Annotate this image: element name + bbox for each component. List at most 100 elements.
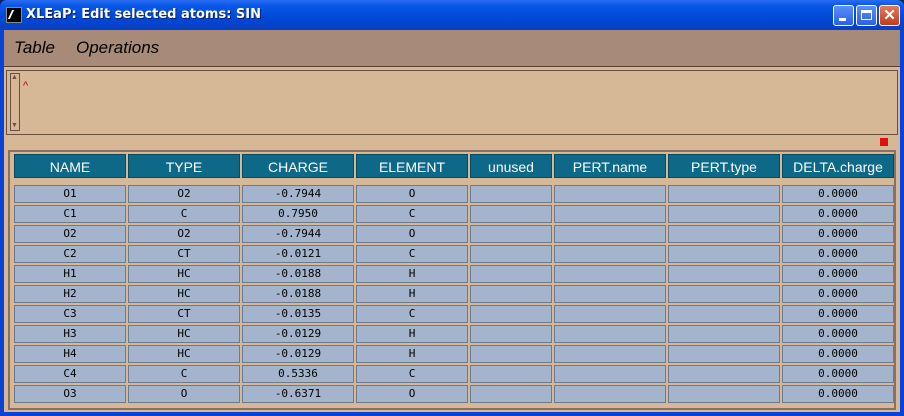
cell-type[interactable]: C xyxy=(128,205,240,223)
cell-pert-name[interactable] xyxy=(554,245,666,263)
cell-name[interactable]: H3 xyxy=(14,325,126,343)
cell-delta-charge[interactable]: 0.0000 xyxy=(782,305,894,323)
cell-type[interactable]: HC xyxy=(128,265,240,283)
cell-unused[interactable] xyxy=(470,225,552,243)
cell-name[interactable]: H1 xyxy=(14,265,126,283)
cell-name[interactable]: O3 xyxy=(14,385,126,403)
cell-element[interactable]: O xyxy=(356,225,468,243)
cell-unused[interactable] xyxy=(470,265,552,283)
cell-pert-name[interactable] xyxy=(554,285,666,303)
cell-element[interactable]: O xyxy=(356,385,468,403)
cell-pert-name[interactable] xyxy=(554,305,666,323)
title-bar[interactable]: XLEaP: Edit selected atoms: SIN ✕ xyxy=(0,0,904,30)
command-text-area[interactable]: ▲ ▼ ^ xyxy=(6,70,898,135)
cell-unused[interactable] xyxy=(470,325,552,343)
cell-element[interactable]: H xyxy=(356,265,468,283)
cell-name[interactable]: O1 xyxy=(14,185,126,203)
header-charge[interactable]: CHARGE xyxy=(242,154,354,178)
header-pert-name[interactable]: PERT.name xyxy=(554,154,666,178)
cell-charge[interactable]: -0.0135 xyxy=(242,305,354,323)
cell-delta-charge[interactable]: 0.0000 xyxy=(782,225,894,243)
pane-resize-handle[interactable] xyxy=(880,138,888,146)
cell-pert-type[interactable] xyxy=(668,265,780,283)
cell-name[interactable]: C4 xyxy=(14,365,126,383)
cell-type[interactable]: O2 xyxy=(128,185,240,203)
cell-pert-type[interactable] xyxy=(668,365,780,383)
cell-type[interactable]: O2 xyxy=(128,225,240,243)
cell-name[interactable]: C2 xyxy=(14,245,126,263)
cell-delta-charge[interactable]: 0.0000 xyxy=(782,265,894,283)
cell-charge[interactable]: -0.0188 xyxy=(242,265,354,283)
cell-element[interactable]: H xyxy=(356,345,468,363)
cell-pert-type[interactable] xyxy=(668,285,780,303)
scroll-down-arrow-icon[interactable]: ▼ xyxy=(11,122,18,130)
cell-delta-charge[interactable]: 0.0000 xyxy=(782,185,894,203)
cell-charge[interactable]: 0.5336 xyxy=(242,365,354,383)
cell-element[interactable]: O xyxy=(356,185,468,203)
cell-pert-type[interactable] xyxy=(668,305,780,323)
cell-delta-charge[interactable]: 0.0000 xyxy=(782,325,894,343)
cell-delta-charge[interactable]: 0.0000 xyxy=(782,385,894,403)
cell-pert-name[interactable] xyxy=(554,225,666,243)
cell-element[interactable]: C xyxy=(356,245,468,263)
scroll-up-arrow-icon[interactable]: ▲ xyxy=(11,74,18,82)
cell-unused[interactable] xyxy=(470,345,552,363)
cell-charge[interactable]: -0.0129 xyxy=(242,325,354,343)
cell-type[interactable]: O xyxy=(128,385,240,403)
header-type[interactable]: TYPE xyxy=(128,154,240,178)
cell-unused[interactable] xyxy=(470,245,552,263)
cell-charge[interactable]: 0.7950 xyxy=(242,205,354,223)
cell-delta-charge[interactable]: 0.0000 xyxy=(782,245,894,263)
cell-charge[interactable]: -0.7944 xyxy=(242,225,354,243)
cell-unused[interactable] xyxy=(470,285,552,303)
cell-pert-type[interactable] xyxy=(668,185,780,203)
header-unused[interactable]: unused xyxy=(470,154,552,178)
cell-pert-name[interactable] xyxy=(554,325,666,343)
cell-delta-charge[interactable]: 0.0000 xyxy=(782,205,894,223)
cell-unused[interactable] xyxy=(470,185,552,203)
cell-pert-name[interactable] xyxy=(554,365,666,383)
cell-delta-charge[interactable]: 0.0000 xyxy=(782,285,894,303)
cell-type[interactable]: HC xyxy=(128,345,240,363)
cell-unused[interactable] xyxy=(470,205,552,223)
cell-pert-type[interactable] xyxy=(668,225,780,243)
header-name[interactable]: NAME xyxy=(14,154,126,178)
cell-charge[interactable]: -0.0129 xyxy=(242,345,354,363)
cell-pert-name[interactable] xyxy=(554,345,666,363)
cell-pert-name[interactable] xyxy=(554,385,666,403)
header-pert-type[interactable]: PERT.type xyxy=(668,154,780,178)
header-element[interactable]: ELEMENT xyxy=(356,154,468,178)
cell-pert-type[interactable] xyxy=(668,245,780,263)
cell-name[interactable]: C3 xyxy=(14,305,126,323)
cell-unused[interactable] xyxy=(470,365,552,383)
cell-charge[interactable]: -0.7944 xyxy=(242,185,354,203)
cell-type[interactable]: HC xyxy=(128,325,240,343)
cell-name[interactable]: H2 xyxy=(14,285,126,303)
cell-pert-type[interactable] xyxy=(668,385,780,403)
cell-pert-name[interactable] xyxy=(554,205,666,223)
cell-name[interactable]: C1 xyxy=(14,205,126,223)
cell-type[interactable]: CT xyxy=(128,305,240,323)
cell-element[interactable]: C xyxy=(356,365,468,383)
cell-pert-name[interactable] xyxy=(554,265,666,283)
cell-element[interactable]: H xyxy=(356,325,468,343)
text-scrollbar[interactable]: ▲ ▼ xyxy=(10,73,20,131)
cell-element[interactable]: C xyxy=(356,205,468,223)
cell-element[interactable]: H xyxy=(356,285,468,303)
app-icon[interactable] xyxy=(6,7,22,23)
menu-table[interactable]: Table xyxy=(14,38,55,58)
cell-name[interactable]: O2 xyxy=(14,225,126,243)
cell-charge[interactable]: -0.0121 xyxy=(242,245,354,263)
cell-delta-charge[interactable]: 0.0000 xyxy=(782,365,894,383)
minimize-button[interactable] xyxy=(833,5,854,26)
cell-charge[interactable]: -0.6371 xyxy=(242,385,354,403)
cell-element[interactable]: C xyxy=(356,305,468,323)
cell-type[interactable]: CT xyxy=(128,245,240,263)
cell-unused[interactable] xyxy=(470,385,552,403)
cell-type[interactable]: HC xyxy=(128,285,240,303)
cell-charge[interactable]: -0.0188 xyxy=(242,285,354,303)
maximize-button[interactable] xyxy=(856,5,877,26)
cell-pert-type[interactable] xyxy=(668,205,780,223)
cell-unused[interactable] xyxy=(470,305,552,323)
header-delta-charge[interactable]: DELTA.charge xyxy=(782,154,894,178)
